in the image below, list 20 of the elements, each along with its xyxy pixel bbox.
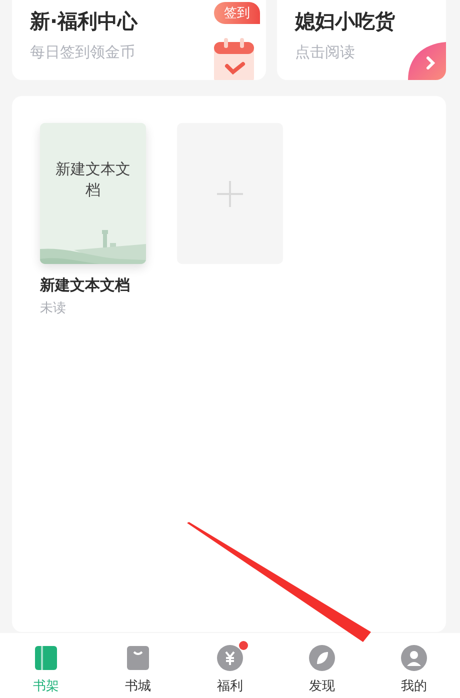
arrow-button[interactable] — [408, 42, 446, 80]
plus-icon — [217, 180, 243, 206]
person-icon — [401, 645, 427, 671]
book-cover[interactable]: 新建文本文档 — [40, 123, 146, 264]
card-subtitle: 每日签到领金币 — [30, 43, 135, 62]
leaf-icon — [309, 645, 335, 671]
promo-card[interactable]: 媳妇小吃货 点击阅读 — [277, 0, 446, 80]
bag-icon — [125, 645, 151, 671]
nav-tab[interactable]: 福利 — [184, 633, 276, 698]
card-title: 新·福利中心 — [30, 8, 138, 35]
book-title: 新建文本文档 — [40, 276, 130, 295]
read-status: 未读 — [40, 300, 66, 317]
promo-card[interactable]: 新·福利中心 每日签到领金币 签到 — [12, 0, 266, 80]
nav-tab[interactable]: 书城 — [92, 633, 184, 698]
nav-tab[interactable]: 我的 — [368, 633, 460, 698]
coin-icon — [217, 645, 243, 671]
cover-title: 新建文本文档 — [54, 159, 132, 201]
card-title: 媳妇小吃货 — [295, 8, 395, 35]
book-icon — [33, 645, 59, 671]
card-subtitle: 点击阅读 — [295, 43, 355, 62]
